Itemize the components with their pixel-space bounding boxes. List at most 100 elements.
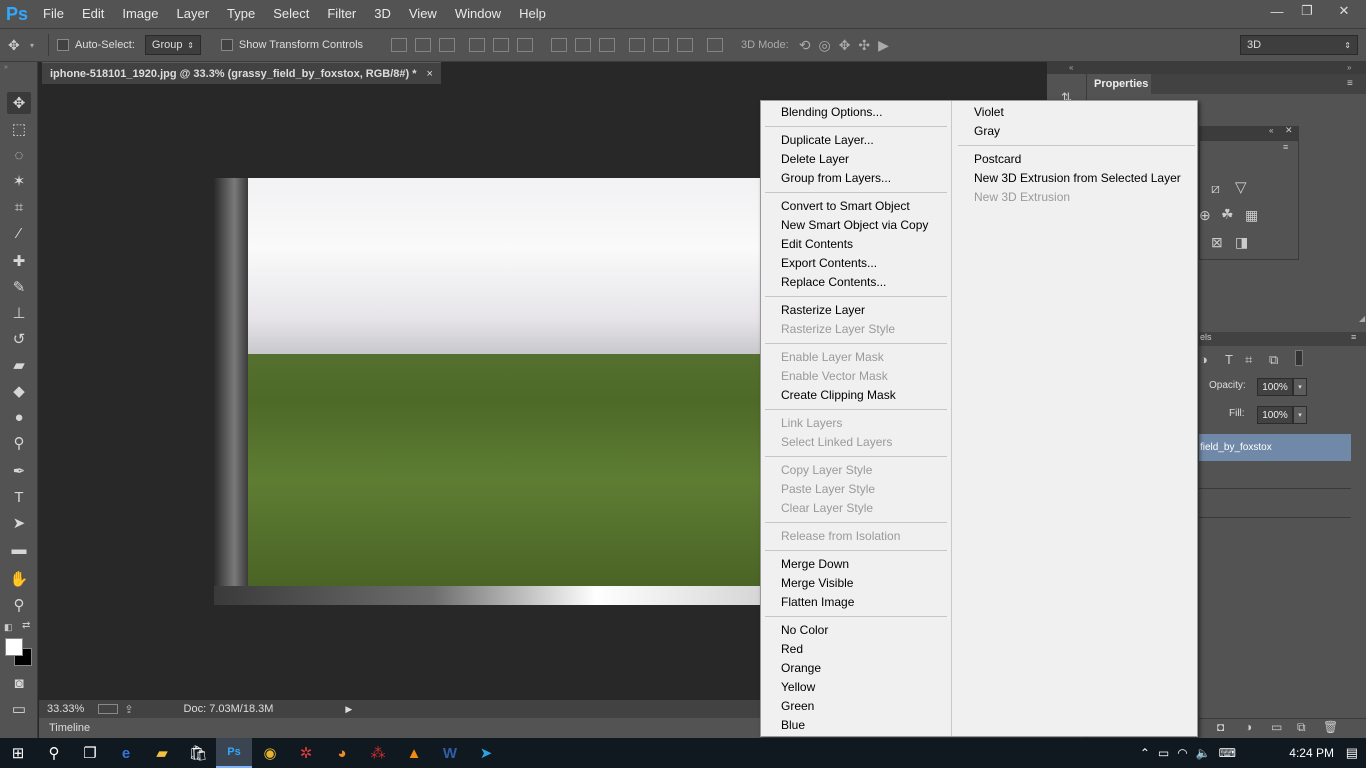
menu-item-violet[interactable]: Violet [974,103,1004,122]
default-colors-icon[interactable]: ◧ [4,622,13,633]
swap-colors-icon[interactable]: ⇄ [22,620,30,631]
menu-item-replace-contents[interactable]: Replace Contents... [781,273,886,292]
view-icon[interactable] [98,704,119,714]
new-group-icon[interactable]: ▭ [1271,720,1282,734]
document-canvas[interactable] [214,178,760,605]
3d-orbit-icon[interactable]: ⟲ [799,37,811,54]
clone-stamp-tool-icon[interactable]: ⊥ [7,302,31,324]
clock[interactable]: 4:24 PM [1289,738,1334,768]
menu-file[interactable]: File [34,0,73,28]
zoom-level[interactable]: 33.33% [47,703,84,715]
chrome-icon[interactable]: ◉ [252,738,288,768]
edge-icon[interactable]: e [108,738,144,768]
file-explorer-icon[interactable]: ▰ [144,738,180,768]
eraser-tool-icon[interactable]: ▰ [7,354,31,376]
pen-tool-icon[interactable]: ✒ [7,460,31,482]
foreground-color-swatch[interactable] [5,638,23,656]
dodge-tool-icon[interactable]: ⚲ [7,432,31,454]
workspace-dropdown[interactable]: 3D ⇕ [1240,35,1358,55]
restore-button[interactable]: ❐ [1292,0,1322,22]
chevron-down-icon[interactable]: ▾ [1293,378,1307,396]
collapse-icon[interactable]: « [1269,126,1273,135]
align-hcenter-icon[interactable] [493,38,510,52]
menu-item-gray[interactable]: Gray [974,122,1000,141]
menu-item-blue[interactable]: Blue [781,716,805,735]
resize-grip-icon[interactable]: ◢ [1359,314,1365,323]
distribute-vcenter-icon[interactable] [575,38,592,52]
menu-item-duplicate-layer[interactable]: Duplicate Layer... [781,131,874,150]
align-bottom-icon[interactable] [439,38,456,52]
align-left-icon[interactable] [469,38,486,52]
vlc-icon[interactable]: ▲ [396,738,432,768]
show-transform-checkbox[interactable]: Show Transform Controls [220,39,363,51]
blur-tool-icon[interactable]: ● [7,406,31,428]
distribute-top-icon[interactable] [551,38,568,52]
layer-row[interactable] [1199,490,1351,518]
new-layer-icon[interactable]: ⧉ [1297,720,1306,735]
gradient-map-icon[interactable]: ▽ [1235,178,1247,196]
store-icon[interactable]: 🛍 [180,738,216,768]
color-balance-icon[interactable]: ⊕ [1199,207,1211,224]
align-vcenter-icon[interactable] [415,38,432,52]
menu-item-merge-visible[interactable]: Merge Visible [781,574,853,593]
hand-tool-icon[interactable]: ✋ [7,568,31,590]
collapse-icon[interactable]: « [1069,63,1073,72]
close-button[interactable]: ✕ [1322,0,1366,22]
auto-align-icon[interactable] [707,38,724,52]
eyedropper-tool-icon[interactable]: ⁄ [7,222,31,244]
document-tab[interactable]: iphone-518101_1920.jpg @ 33.3% (grassy_f… [42,62,441,84]
menu-select[interactable]: Select [264,0,318,28]
word-icon[interactable]: W [432,738,468,768]
distribute-left-icon[interactable] [629,38,646,52]
move-tool-icon[interactable]: ✥ [7,92,31,114]
layer-name[interactable]: field_by_foxstox [1200,442,1272,453]
photoshop-icon[interactable]: Ps [216,738,252,768]
paint-bucket-tool-icon[interactable]: ◆ [7,380,31,402]
menu-item-convert-to-smart-object[interactable]: Convert to Smart Object [781,197,910,216]
align-top-icon[interactable] [391,38,408,52]
layer-row[interactable] [1199,461,1351,489]
menu-image[interactable]: Image [113,0,167,28]
battery-icon[interactable]: ▭ [1158,746,1169,760]
windows-start-icon[interactable]: ⊞ [0,738,36,768]
marquee-tool-icon[interactable]: ⬚ [7,118,31,140]
quick-mask-icon[interactable]: ◙ [7,672,31,694]
tab-layers[interactable]: els [1200,332,1212,342]
distribute-bottom-icon[interactable] [599,38,616,52]
menu-item-no-color[interactable]: No Color [781,621,828,640]
notifications-icon[interactable]: ▤ [1346,738,1358,768]
type-tool-icon[interactable]: T [7,486,31,508]
menu-item-export-contents[interactable]: Export Contents... [781,254,877,273]
app-red-icon[interactable]: ✲ [288,738,324,768]
filter-toggle[interactable] [1295,350,1303,366]
share-icon[interactable]: ⇪ [124,703,133,716]
menu-edit[interactable]: Edit [73,0,113,28]
menu-item-new-3d-extrusion-from-selected-layer[interactable]: New 3D Extrusion from Selected Layer [974,169,1181,188]
panel-menu-icon[interactable]: ≡ [1347,78,1353,89]
type-filter-icon[interactable]: T [1225,352,1233,367]
path-selection-tool-icon[interactable]: ➤ [7,512,31,534]
menu-item-group-from-layers[interactable]: Group from Layers... [781,169,891,188]
screen-mode-icon[interactable]: ▭ [7,698,31,720]
menu-item-new-smart-object-via-copy[interactable]: New Smart Object via Copy [781,216,928,235]
menu-filter[interactable]: Filter [318,0,365,28]
menu-layer[interactable]: Layer [168,0,219,28]
lasso-tool-icon[interactable]: ◌ [7,144,31,166]
panel-menu-icon[interactable]: ≡ [1283,142,1288,152]
3d-roll-icon[interactable]: ◎ [818,37,830,54]
expand-icon[interactable]: » [1347,63,1351,72]
menu-item-merge-down[interactable]: Merge Down [781,555,849,574]
search-icon[interactable]: ⚲ [36,738,72,768]
3d-pan-icon[interactable]: ✥ [839,37,851,54]
menu-item-blending-options[interactable]: Blending Options... [781,103,882,122]
healing-brush-tool-icon[interactable]: ✚ [7,250,31,272]
distribute-hcenter-icon[interactable] [653,38,670,52]
menu-window[interactable]: Window [446,0,510,28]
move-tool-preset-icon[interactable]: ✥ [8,37,30,54]
menu-item-green[interactable]: Green [781,697,814,716]
menu-item-create-clipping-mask[interactable]: Create Clipping Mask [781,386,896,405]
tab-properties[interactable]: Properties [1089,74,1151,94]
menu-help[interactable]: Help [510,0,555,28]
menu-item-red[interactable]: Red [781,640,803,659]
menu-3d[interactable]: 3D [365,0,400,28]
